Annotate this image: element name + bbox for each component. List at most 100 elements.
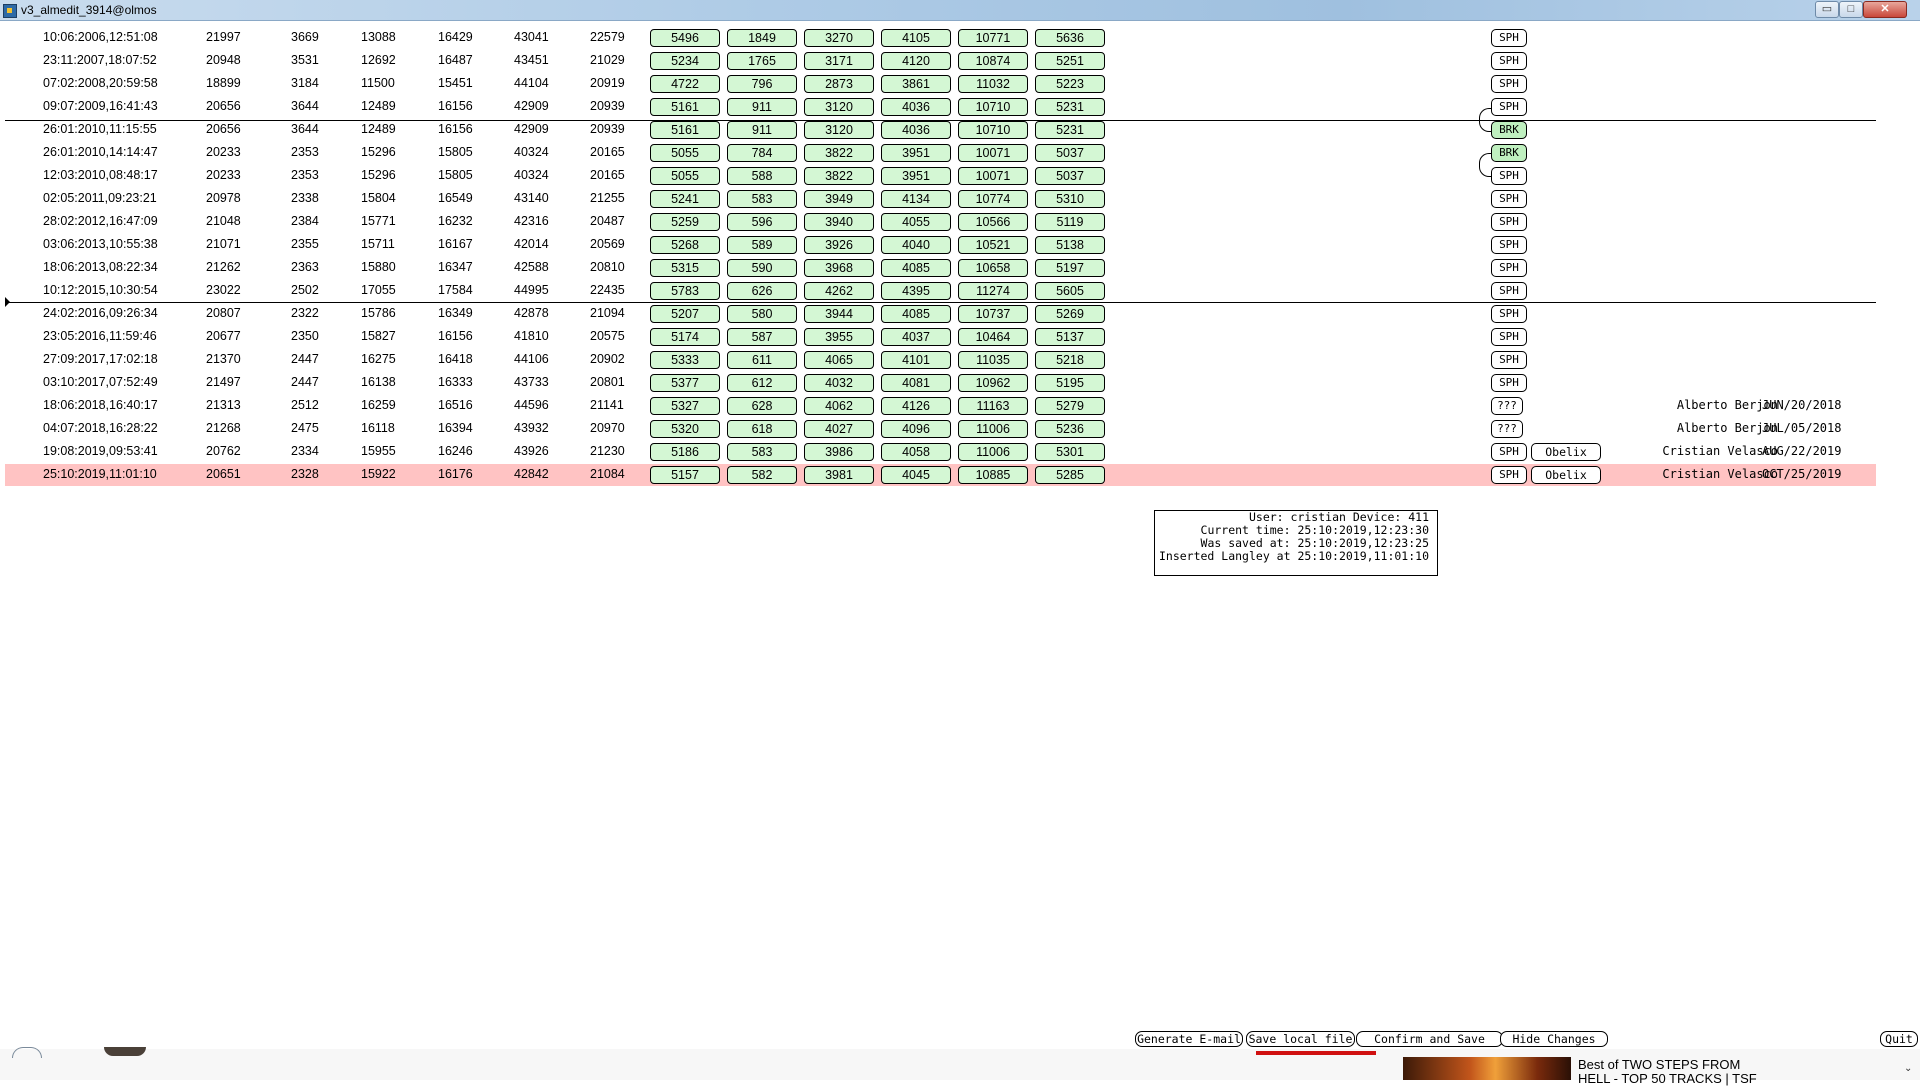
row-type-tag[interactable]: SPH	[1491, 167, 1527, 185]
editable-value-box[interactable]: 3968	[804, 259, 874, 277]
table-row[interactable]: 18:06:2013,08:22:34 21262 2363 15880 16347 42…	[5, 257, 1876, 279]
editable-value-box[interactable]: 3949	[804, 190, 874, 208]
table-row[interactable]: 18:06:2018,16:40:17 21313 2512 16259 16516 44…	[5, 395, 1876, 417]
save-local-file-button[interactable]: Save local file	[1246, 1031, 1355, 1047]
editable-value-box[interactable]: 583	[727, 190, 797, 208]
editable-value-box[interactable]: 4105	[881, 29, 951, 47]
table-row[interactable]: 10:12:2015,10:30:54 23022 2502 17055 17584 44…	[5, 280, 1876, 302]
editable-value-box[interactable]: 5234	[650, 52, 720, 70]
editable-value-box[interactable]: 5037	[1035, 144, 1105, 162]
editable-value-box[interactable]: 3822	[804, 144, 874, 162]
table-row[interactable]: 26:01:2010,11:15:55 20656 3644 12489 16156 42…	[5, 119, 1876, 141]
editable-value-box[interactable]: 5161	[650, 121, 720, 139]
table-row[interactable]: 23:05:2016,11:59:46 20677 2350 15827 16156 41…	[5, 326, 1876, 348]
row-type-tag[interactable]: SPH	[1491, 351, 1527, 369]
row-type-tag[interactable]: SPH	[1491, 190, 1527, 208]
editable-value-box[interactable]: 596	[727, 213, 797, 231]
editable-value-box[interactable]: 10874	[958, 52, 1028, 70]
editable-value-box[interactable]: 5377	[650, 374, 720, 392]
taskbar-app-icon[interactable]	[12, 1047, 42, 1058]
editable-value-box[interactable]: 4085	[881, 305, 951, 323]
table-row[interactable]: 10:06:2006,12:51:08 21997 3669 13088 16429 43…	[5, 27, 1876, 49]
editable-value-box[interactable]: 5186	[650, 443, 720, 461]
editable-value-box[interactable]: 10464	[958, 328, 1028, 346]
editable-value-box[interactable]: 3955	[804, 328, 874, 346]
editable-value-box[interactable]: 3822	[804, 167, 874, 185]
editable-value-box[interactable]: 10771	[958, 29, 1028, 47]
editable-value-box[interactable]: 4101	[881, 351, 951, 369]
editable-value-box[interactable]: 5310	[1035, 190, 1105, 208]
row-type-tag[interactable]: SPH	[1491, 282, 1527, 300]
editable-value-box[interactable]: 5783	[650, 282, 720, 300]
row-type-tag[interactable]: ???	[1491, 420, 1523, 438]
video-thumbnail[interactable]	[1403, 1057, 1571, 1080]
editable-value-box[interactable]: 587	[727, 328, 797, 346]
row-type-tag[interactable]: SPH	[1491, 29, 1527, 47]
editable-value-box[interactable]: 10710	[958, 98, 1028, 116]
minimize-button[interactable]: ▭	[1815, 1, 1839, 18]
generate-email-button[interactable]: Generate E-mail	[1135, 1031, 1243, 1047]
editable-value-box[interactable]: 4081	[881, 374, 951, 392]
row-type-tag[interactable]: ???	[1491, 397, 1523, 415]
editable-value-box[interactable]: 628	[727, 397, 797, 415]
editable-value-box[interactable]: 11032	[958, 75, 1028, 93]
editable-value-box[interactable]: 5285	[1035, 466, 1105, 484]
row-type-tag[interactable]: SPH	[1491, 52, 1527, 70]
editable-value-box[interactable]: 4062	[804, 397, 874, 415]
editable-value-box[interactable]: 4065	[804, 351, 874, 369]
editable-value-box[interactable]: 4058	[881, 443, 951, 461]
row-type-tag[interactable]: SPH	[1491, 259, 1527, 277]
editable-value-box[interactable]: 5037	[1035, 167, 1105, 185]
editable-value-box[interactable]: 5327	[650, 397, 720, 415]
editable-value-box[interactable]: 4096	[881, 420, 951, 438]
editable-value-box[interactable]: 5236	[1035, 420, 1105, 438]
editable-value-box[interactable]: 911	[727, 98, 797, 116]
editable-value-box[interactable]: 5197	[1035, 259, 1105, 277]
row-type-tag[interactable]: SPH	[1491, 75, 1527, 93]
editable-value-box[interactable]: 4722	[650, 75, 720, 93]
editable-value-box[interactable]: 4027	[804, 420, 874, 438]
table-row[interactable]: 25:10:2019,11:01:10 20651 2328 15922 16176 42…	[5, 464, 1876, 486]
editable-value-box[interactable]: 3120	[804, 121, 874, 139]
editable-value-box[interactable]: 4032	[804, 374, 874, 392]
editable-value-box[interactable]: 5315	[650, 259, 720, 277]
row-type-tag[interactable]: SPH	[1491, 443, 1527, 461]
table-row[interactable]: 23:11:2007,18:07:52 20948 3531 12692 16487 43…	[5, 50, 1876, 72]
editable-value-box[interactable]: 11163	[958, 397, 1028, 415]
editable-value-box[interactable]: 5055	[650, 144, 720, 162]
row-type-tag[interactable]: SPH	[1491, 305, 1527, 323]
hide-changes-button[interactable]: Hide Changes	[1500, 1031, 1608, 1047]
editable-value-box[interactable]: 626	[727, 282, 797, 300]
editable-value-box[interactable]: 4120	[881, 52, 951, 70]
table-row[interactable]: 27:09:2017,17:02:18 21370 2447 16275 16418 44…	[5, 349, 1876, 371]
row-type-tag[interactable]: BRK	[1491, 144, 1527, 162]
editable-value-box[interactable]: 4036	[881, 121, 951, 139]
editable-value-box[interactable]: 612	[727, 374, 797, 392]
editable-value-box[interactable]: 10071	[958, 167, 1028, 185]
editable-value-box[interactable]: 589	[727, 236, 797, 254]
row-type-tag[interactable]: SPH	[1491, 328, 1527, 346]
editable-value-box[interactable]: 3951	[881, 167, 951, 185]
editable-value-box[interactable]: 5268	[650, 236, 720, 254]
editable-value-box[interactable]: 10071	[958, 144, 1028, 162]
editable-value-box[interactable]: 590	[727, 259, 797, 277]
editable-value-box[interactable]: 3986	[804, 443, 874, 461]
editable-value-box[interactable]: 3940	[804, 213, 874, 231]
editable-value-box[interactable]: 4055	[881, 213, 951, 231]
editable-value-box[interactable]: 3861	[881, 75, 951, 93]
editable-value-box[interactable]: 3926	[804, 236, 874, 254]
editable-value-box[interactable]: 5320	[650, 420, 720, 438]
editable-value-box[interactable]: 1765	[727, 52, 797, 70]
editable-value-box[interactable]: 11006	[958, 420, 1028, 438]
editable-value-box[interactable]: 3120	[804, 98, 874, 116]
editable-value-box[interactable]: 4036	[881, 98, 951, 116]
table-row[interactable]: 07:02:2008,20:59:58 18899 3184 11500 15451 44…	[5, 73, 1876, 95]
table-row[interactable]: 12:03:2010,08:48:17 20233 2353 15296 15805 40…	[5, 165, 1876, 187]
table-row[interactable]: 26:01:2010,14:14:47 20233 2353 15296 15805 40…	[5, 142, 1876, 164]
editable-value-box[interactable]: 582	[727, 466, 797, 484]
editable-value-box[interactable]: 5207	[650, 305, 720, 323]
editable-value-box[interactable]: 10658	[958, 259, 1028, 277]
editable-value-box[interactable]: 5241	[650, 190, 720, 208]
editable-value-box[interactable]: 911	[727, 121, 797, 139]
editable-value-box[interactable]: 5251	[1035, 52, 1105, 70]
